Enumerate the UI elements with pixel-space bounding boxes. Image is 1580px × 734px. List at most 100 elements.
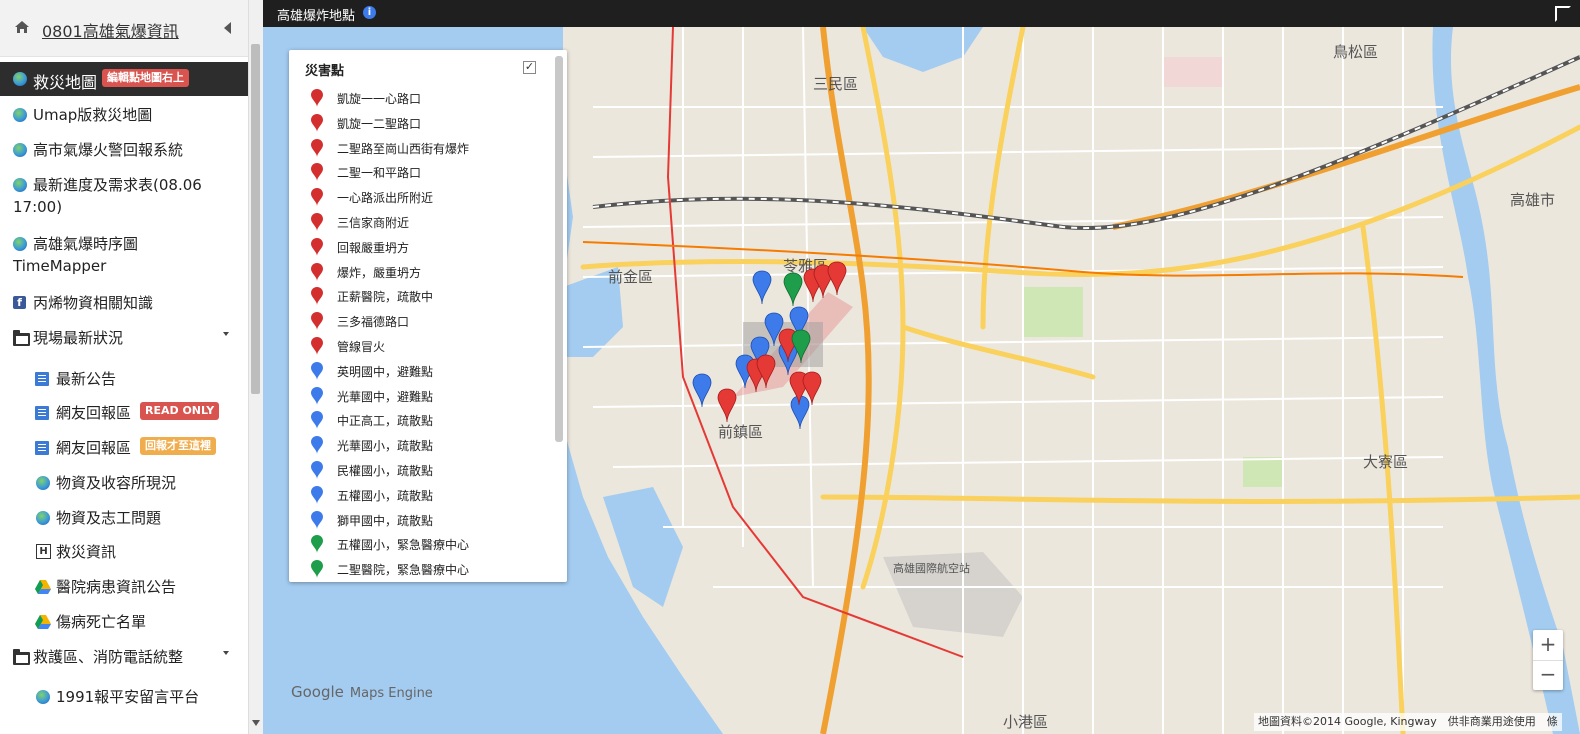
district-label: 三民區	[813, 75, 858, 93]
map-pin-icon	[311, 287, 323, 306]
sidebar-item-propylene[interactable]: f 丙烯物資相關知識	[0, 292, 248, 314]
sidebar-item-label: 最新進度及需求表(08.06	[33, 176, 202, 194]
sidebar-item-label: 物資及志工問題	[56, 509, 162, 527]
sidebar-item-label: Umap版救災地圖	[33, 106, 153, 124]
legend-item-label: 二聖一和平路口	[337, 166, 422, 181]
sidebar-item-label: 網友回報區	[56, 404, 132, 422]
fullscreen-icon[interactable]	[1555, 6, 1571, 22]
district-label: 高雄市	[1510, 191, 1555, 209]
legend-scrollbar[interactable]	[555, 56, 563, 442]
read-only-badge: READ ONLY	[140, 402, 220, 420]
sidebar-item-ambulance-phones[interactable]: 救護區、消防電話統整	[0, 646, 248, 668]
facebook-icon: f	[13, 296, 26, 309]
map-pin-icon	[311, 188, 323, 207]
sidebar-scrollbar[interactable]	[248, 0, 263, 734]
legend-item-label: 民權國小，疏散點	[337, 464, 434, 478]
sidebar-item-label: 高雄氣爆時序圖	[33, 235, 139, 253]
globe-icon	[36, 511, 50, 525]
sidebar-item-label: 救災地圖	[33, 73, 98, 92]
chevron-down-icon[interactable]	[223, 332, 229, 336]
sidebar-item-announcements[interactable]: 最新公告	[0, 368, 248, 390]
scrollbar-thumb[interactable]	[251, 44, 260, 394]
sidebar-item-label: 現場最新狀況	[33, 329, 124, 347]
layer-toggle-checkbox[interactable]: ✓	[523, 61, 536, 74]
site-title-link[interactable]: 0801高雄氣爆資訊	[42, 18, 179, 42]
home-icon[interactable]	[14, 20, 30, 34]
google-logo-text: Google	[291, 683, 344, 701]
map-pin-icon	[311, 337, 323, 355]
sidebar-item-supplies-volunteers[interactable]: 物資及志工問題	[0, 507, 248, 529]
legend-item-label: 三多福德路口	[337, 315, 410, 330]
legend-item-label: 管線冒火	[337, 340, 386, 354]
google-drive-icon	[35, 580, 51, 594]
sidebar-item-rescue-info[interactable]: H 救災資訊	[0, 541, 248, 563]
sidebar-item-label: 傷病死亡名單	[56, 613, 147, 631]
sidebar-item-fire-report[interactable]: 高市氣爆火警回報系統	[0, 139, 248, 161]
globe-icon	[36, 690, 50, 704]
map-pin-icon	[311, 89, 323, 107]
legend-panel: 災害點 ✓ 凱旋一一心路口 凱旋一二聖路口 二聖路至崗山西街有爆炸 二聖一和平路口 一心…	[289, 50, 567, 582]
document-icon	[35, 441, 49, 455]
map-title-bar: 高雄爆炸地點 i	[263, 0, 1580, 27]
legend-item-label: 五權國小，疏散點	[337, 488, 434, 503]
sidebar-item-supplies-shelters[interactable]: 物資及收容所現況	[0, 472, 248, 494]
chevron-down-icon[interactable]	[223, 651, 229, 655]
legend-item-label: 三信家商附近	[337, 216, 410, 230]
map-pin-icon	[311, 213, 323, 231]
sidebar-item-rescue-map[interactable]: 救災地圖 編輯點地圖右上	[0, 62, 248, 96]
document-icon	[35, 372, 49, 386]
sidebar-header: 0801高雄氣爆資訊	[0, 0, 248, 57]
sidebar-item-label: 最新公告	[56, 370, 117, 388]
sidebar-item-site-status[interactable]: 現場最新狀況	[0, 327, 248, 349]
sidebar-item-label: 救護區、消防電話統整	[33, 648, 184, 666]
map-attribution: 地圖資料©2014 Google, Kingway 供非商業用途使用 條	[1254, 713, 1562, 731]
sidebar-item-timemapper[interactable]: 高雄氣爆時序圖 TimeMapper	[0, 233, 248, 279]
district-label: 鳥松區	[1333, 43, 1378, 61]
report-here-badge: 回報才至這裡	[140, 437, 216, 455]
globe-icon	[13, 237, 27, 251]
document-icon	[35, 406, 49, 420]
map-pin-icon	[311, 411, 323, 430]
scroll-down-arrow[interactable]	[252, 720, 260, 726]
sidebar-item-user-reports-submit[interactable]: 網友回報區 回報才至這裡	[0, 437, 248, 459]
district-label: 前鎮區	[718, 423, 763, 441]
legend-item-label: 光華國中，避難點	[337, 389, 434, 404]
map-pin-icon	[311, 386, 323, 405]
globe-icon	[13, 178, 27, 192]
sidebar-item-label: 丙烯物資相關知識	[33, 294, 154, 312]
hackpad-icon: H	[36, 544, 51, 559]
district-label: 大寮區	[1363, 453, 1408, 471]
legend-item-label: 二聖路至崗山西街有爆炸	[337, 141, 470, 156]
map-pin-icon	[311, 436, 323, 455]
sidebar-item-user-reports-readonly[interactable]: 網友回報區 READ ONLY	[0, 402, 248, 424]
district-label: 前金區	[608, 268, 653, 286]
map-pin-icon	[311, 113, 323, 132]
airport-label: 高雄國際航空站	[893, 561, 970, 575]
map-pin-icon	[311, 361, 323, 380]
sidebar-item-umap[interactable]: Umap版救災地圖	[0, 104, 248, 126]
info-icon[interactable]: i	[363, 6, 376, 19]
zoom-in-button[interactable]: +	[1533, 630, 1563, 661]
maps-engine-text: Maps Engine	[349, 686, 433, 701]
zoom-control: + −	[1533, 630, 1563, 690]
map-pin-icon	[311, 237, 323, 256]
sidebar-item-progress[interactable]: 最新進度及需求表(08.06 17:00)	[0, 174, 248, 220]
sidebar-item-hospital-info[interactable]: 醫院病患資訊公告	[0, 576, 248, 598]
legend-item-label: 爆炸，嚴重坍方	[337, 265, 422, 280]
folder-icon	[13, 330, 30, 346]
legend-item-label: 一心路派出所附近	[337, 191, 434, 206]
sidebar-item-label: 救災資訊	[56, 543, 117, 561]
map-pin-icon	[311, 138, 323, 157]
sidebar-item-1991[interactable]: 1991報平安留言平台	[0, 686, 248, 708]
sidebar-item-casualty-list[interactable]: 傷病死亡名單	[0, 611, 248, 633]
map-pin-icon	[311, 560, 323, 579]
map-pin-icon	[311, 312, 323, 331]
map-pin-icon	[311, 262, 323, 281]
legend-item-label: 英明國中，避難點	[337, 364, 434, 379]
map-pin-icon	[311, 510, 323, 529]
collapse-sidebar-icon[interactable]	[224, 22, 231, 34]
legend-item-label: 回報嚴重坍方	[337, 240, 410, 255]
zoom-out-button[interactable]: −	[1533, 660, 1563, 690]
legend-item-label: 凱旋一一心路口	[337, 92, 422, 106]
legend-item-label: 五權國小，緊急醫療中心	[337, 538, 470, 553]
